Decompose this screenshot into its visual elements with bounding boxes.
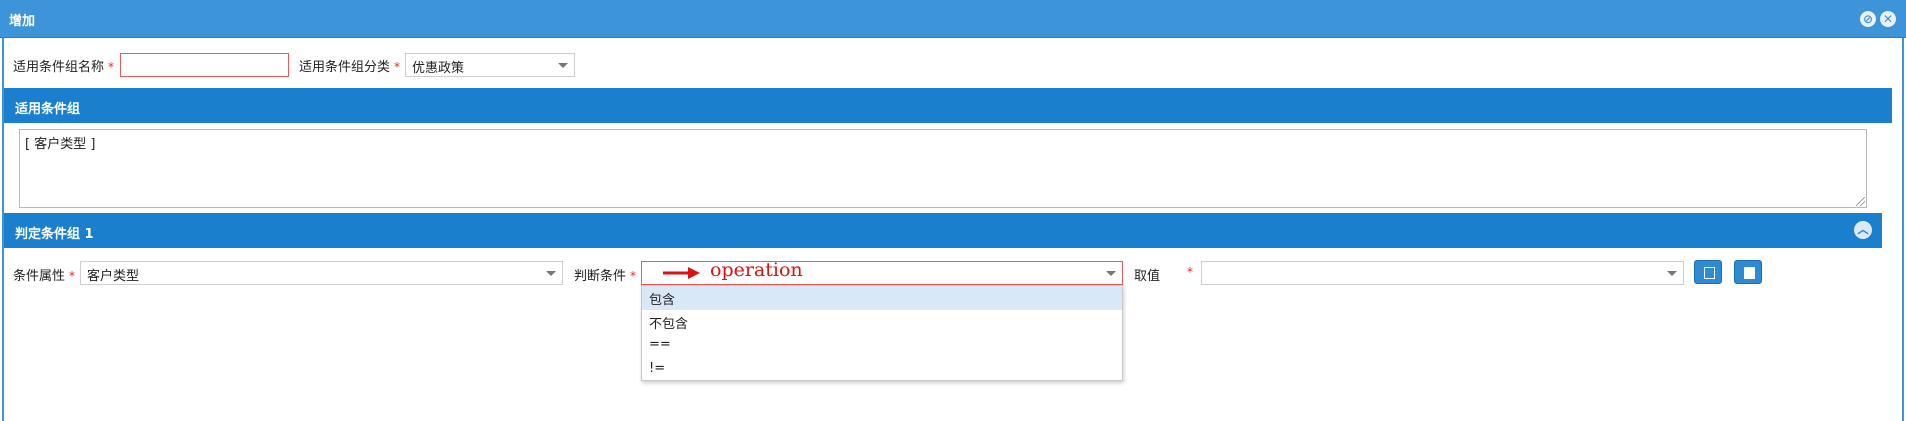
group-category-label: 适用条件组分类 * — [299, 60, 401, 75]
group-category-select[interactable]: 优惠政策 — [405, 53, 575, 77]
chevron-down-icon[interactable] — [546, 271, 556, 276]
condition-operator-label: 判断条件 * — [574, 269, 637, 284]
list-button[interactable] — [1694, 260, 1722, 284]
dropdown-option[interactable]: == — [642, 334, 1122, 358]
condition-value-select[interactable] — [1201, 261, 1684, 285]
applicable-conditions-textarea[interactable]: [ 客户类型 ] — [19, 129, 1867, 208]
chevron-down-icon[interactable] — [1106, 271, 1116, 276]
section-applicable-header: 适用条件组 — [4, 88, 1892, 123]
required-mark: * — [1187, 265, 1193, 279]
list-icon — [1704, 267, 1715, 279]
close-icon[interactable]: ✕ — [1880, 11, 1896, 27]
save-button[interactable] — [1734, 260, 1762, 284]
chevron-down-icon[interactable] — [1667, 271, 1677, 276]
operator-dropdown-list: 包含 不包含 == != — [641, 285, 1123, 381]
dropdown-option[interactable]: != — [642, 358, 1122, 382]
disk-icon — [1744, 267, 1755, 279]
chevron-down-icon[interactable] — [558, 63, 568, 68]
condition-attr-select[interactable]: 客户类型 — [80, 261, 563, 285]
condition-attr-label: 条件属性 * — [13, 269, 76, 284]
section-judge-header: 判定条件组 1 — [4, 213, 1882, 248]
window-title: 增加 — [9, 14, 36, 29]
annotation-arrow-icon — [663, 267, 700, 279]
resize-grip-icon[interactable] — [1856, 197, 1865, 206]
window-titlebar — [0, 0, 1906, 38]
group-name-input[interactable] — [120, 53, 289, 77]
minus-circle-icon[interactable]: ⊘ — [1860, 11, 1876, 27]
condition-value-label: 取值 — [1134, 269, 1161, 284]
dropdown-option[interactable]: 不包含 — [642, 310, 1122, 334]
collapse-up-icon[interactable]: ︿ — [1854, 221, 1872, 239]
annotation-text: operation — [710, 259, 803, 281]
dropdown-option[interactable]: 包含 — [642, 286, 1122, 310]
group-name-label: 适用条件组名称 * — [13, 60, 115, 75]
